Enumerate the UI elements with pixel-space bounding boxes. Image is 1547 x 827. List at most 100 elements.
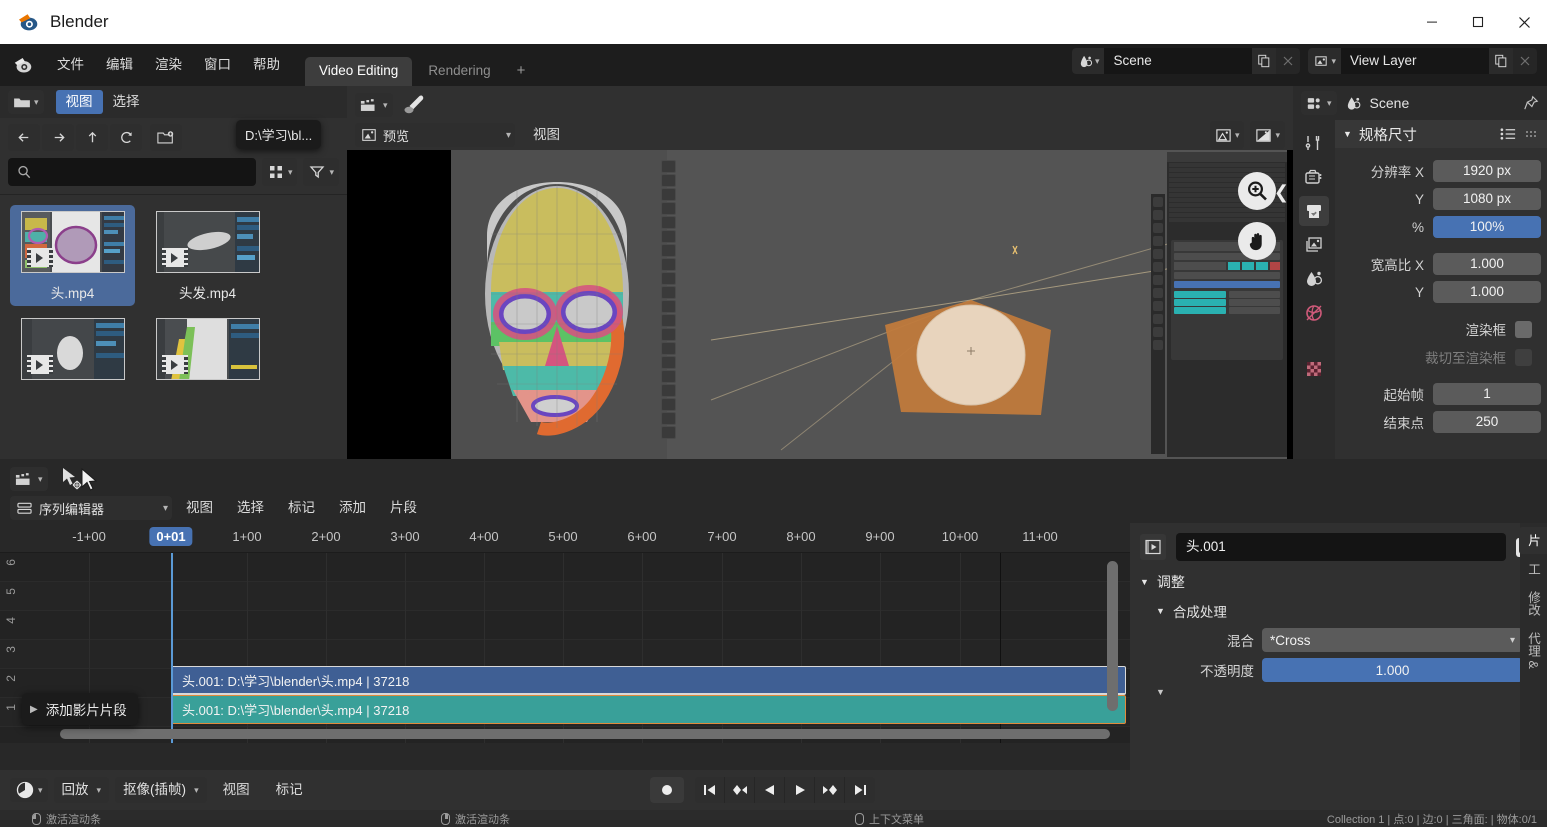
record-icon[interactable] [650, 777, 684, 803]
shear-tool-icon[interactable] [661, 412, 676, 425]
frame-start-field[interactable]: 1 [1433, 383, 1541, 405]
preview-canvas[interactable]: ❮ [347, 150, 1293, 459]
pv-menu-view[interactable]: 视图 [523, 123, 570, 147]
maximize-button[interactable] [1455, 0, 1501, 44]
tab-output[interactable] [1299, 196, 1329, 226]
playback-dropdown[interactable]: 回放 ▾ [54, 777, 110, 803]
tab-texture[interactable] [1299, 354, 1329, 384]
extrude-tool-icon[interactable] [661, 272, 676, 285]
display-mode-button[interactable]: ▾ [262, 158, 298, 186]
knife-tool-icon[interactable] [661, 328, 676, 341]
list-item[interactable]: 头发.mp4 [145, 205, 270, 306]
play-reverse-icon[interactable] [755, 777, 785, 803]
editor-type-selector[interactable]: ▾ [10, 467, 48, 491]
frame-end-field[interactable]: 250 [1433, 411, 1541, 433]
pin-icon[interactable] [1523, 95, 1539, 111]
menu-render[interactable]: 渲染 [144, 44, 193, 86]
minimize-button[interactable] [1409, 0, 1455, 44]
menu-file[interactable]: 文件 [46, 44, 95, 86]
render-region-checkbox[interactable] [1515, 321, 1532, 338]
blender-logo-icon[interactable] [12, 54, 34, 76]
jump-start-icon[interactable] [695, 777, 725, 803]
add-cube-tool-icon[interactable] [661, 258, 676, 271]
sq-menu-select[interactable]: 选择 [227, 496, 274, 520]
overlay-selector[interactable]: ▾ [1250, 121, 1285, 149]
scene-icon[interactable]: ▾ [1072, 48, 1105, 74]
transform-tool-icon[interactable] [661, 216, 676, 229]
close-button[interactable] [1501, 0, 1547, 44]
view-layer-selector[interactable]: ▾ View Layer [1308, 48, 1537, 74]
sq-menu-add[interactable]: 添加 [329, 496, 376, 520]
sq-menu-view[interactable]: 视图 [176, 496, 223, 520]
poly-build-tool-icon[interactable] [661, 342, 676, 355]
refresh-icon[interactable] [110, 124, 142, 151]
resolution-x-field[interactable]: 1920 px [1433, 160, 1541, 182]
jump-end-icon[interactable] [845, 777, 875, 803]
add-workspace-button[interactable]: + [507, 57, 536, 86]
tab-scene[interactable] [1299, 264, 1329, 294]
grip-icon[interactable] [1525, 129, 1539, 140]
tab-rendering[interactable]: Rendering [414, 57, 504, 86]
move-tool-icon[interactable] [661, 174, 676, 187]
duplicate-icon[interactable] [1489, 48, 1513, 74]
keying-dropdown[interactable]: 抠像(插帧) ▾ [115, 777, 207, 803]
annotate-tool-icon[interactable] [661, 230, 676, 243]
view-layer-icon[interactable]: ▾ [1308, 48, 1341, 74]
adjust-section-header[interactable]: ▼ 调整 [1130, 567, 1547, 597]
resolution-percent-field[interactable]: 100% [1433, 216, 1541, 238]
menu-help[interactable]: 帮助 [242, 44, 291, 86]
editor-type-selector[interactable]: ▾ [10, 778, 48, 802]
tab-tool[interactable] [1299, 128, 1329, 158]
list-item[interactable] [145, 312, 270, 384]
list-item[interactable] [10, 312, 135, 384]
compositing-section-header[interactable]: ▼ 合成处理 [1130, 597, 1547, 625]
rotate-tool-icon[interactable] [661, 188, 676, 201]
aspect-y-field[interactable]: 1.000 [1433, 281, 1541, 303]
fb-menu-view[interactable]: 视图 [56, 90, 103, 114]
measure-tool-icon[interactable] [661, 244, 676, 257]
fb-menu-select[interactable]: 选择 [103, 90, 150, 114]
rip-tool-icon[interactable] [661, 426, 676, 439]
prev-keyframe-icon[interactable] [725, 777, 755, 803]
sidebar-tab-strip[interactable]: 片 [1519, 527, 1547, 554]
edge-slide-tool-icon[interactable] [661, 384, 676, 397]
next-keyframe-icon[interactable] [815, 777, 845, 803]
display-mode-dropdown[interactable]: 预览 ▾ [355, 123, 515, 147]
scene-selector[interactable]: ▾ Scene [1072, 48, 1301, 74]
vertical-scrollbar[interactable] [1104, 553, 1120, 743]
editor-type-selector[interactable]: ▾ [1301, 91, 1337, 115]
resolution-y-field[interactable]: 1080 px [1433, 188, 1541, 210]
play-icon[interactable] [785, 777, 815, 803]
sidebar-tab-modifiers[interactable]: 修改 [1519, 584, 1547, 623]
opacity-slider[interactable]: 1.000 [1262, 658, 1523, 682]
shrink-fatten-tool-icon[interactable] [661, 398, 676, 411]
tab-video-editing[interactable]: Video Editing [305, 57, 412, 86]
menu-window[interactable]: 窗口 [193, 44, 242, 86]
chevron-left-icon[interactable]: ❮ [1274, 182, 1289, 203]
blend-mode-dropdown[interactable]: *Cross ▾ [1262, 628, 1523, 652]
smooth-tool-icon[interactable] [661, 370, 676, 383]
triangle-down-icon[interactable]: ▼ [1130, 685, 1547, 697]
duplicate-icon[interactable] [1252, 48, 1276, 74]
arrow-right-icon[interactable] [42, 124, 74, 151]
loopcut-tool-icon[interactable] [661, 314, 676, 327]
viewport-mini-toolbar[interactable] [661, 160, 677, 439]
menu-edit[interactable]: 编辑 [95, 44, 144, 86]
strip-name-input[interactable]: 头.001 [1176, 533, 1506, 561]
arrow-up-icon[interactable] [76, 124, 108, 151]
format-panel-header[interactable]: ▼ 规格尺寸 [1335, 120, 1547, 148]
tb-menu-view[interactable]: 视图 [213, 778, 260, 802]
spin-tool-icon[interactable] [661, 356, 676, 369]
table-row[interactable]: 头.001: D:\学习\blender\头.mp4 | 37218 [171, 695, 1126, 724]
scene-name[interactable]: Scene [1104, 48, 1252, 74]
sidebar-tab-proxy[interactable]: 代理 & [1519, 625, 1547, 676]
tab-render[interactable] [1299, 162, 1329, 192]
playhead[interactable] [171, 553, 173, 743]
tb-menu-marker[interactable]: 标记 [266, 778, 313, 802]
editor-type-selector[interactable]: ▾ [355, 93, 393, 117]
view-layer-name[interactable]: View Layer [1341, 48, 1489, 74]
sequencer-mode-dropdown[interactable]: 序列编辑器 ▾ [10, 496, 172, 520]
inset-tool-icon[interactable] [661, 286, 676, 299]
eyedropper-icon[interactable] [401, 91, 427, 120]
bevel-tool-icon[interactable] [661, 300, 676, 313]
